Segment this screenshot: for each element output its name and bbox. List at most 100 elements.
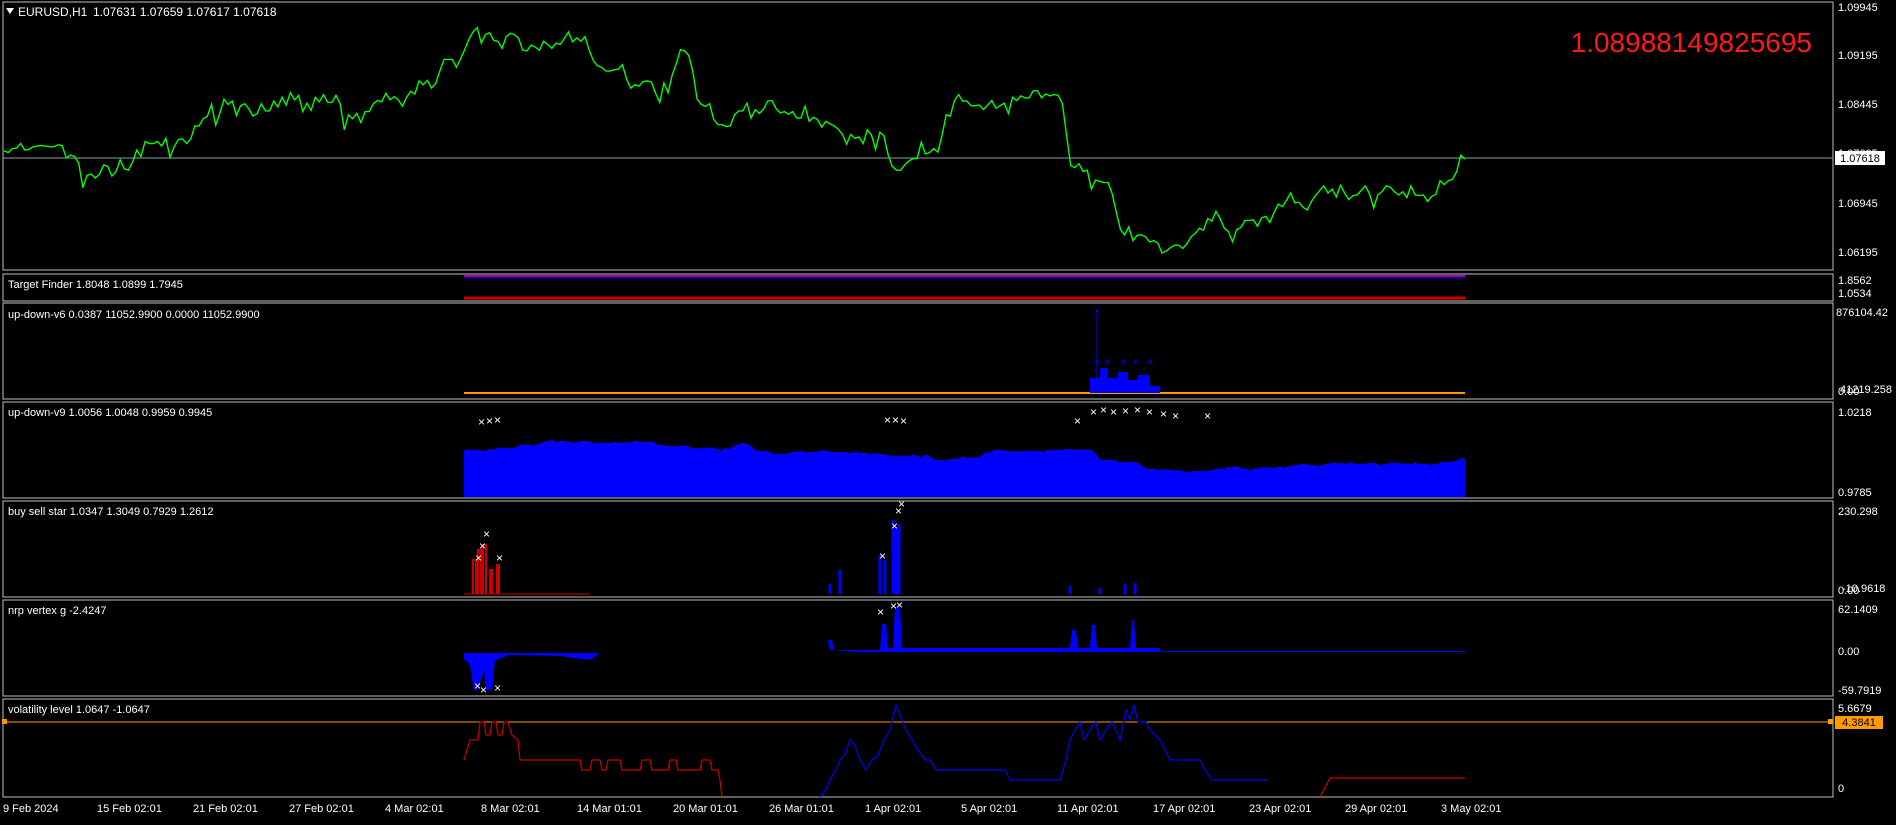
cross-marker: × bbox=[898, 497, 905, 511]
time-tick: 4 Mar 02:01 bbox=[385, 803, 444, 815]
time-tick: 15 Feb 02:01 bbox=[97, 803, 162, 815]
level-anchor-right[interactable] bbox=[1828, 719, 1833, 724]
price-tick: 1.09195 bbox=[1838, 50, 1878, 62]
cross-marker: × bbox=[483, 527, 490, 541]
pane-nrp-vertex-g[interactable]: nrp vertex g -2.4247 × × × × × × bbox=[2, 598, 1834, 697]
cross-marker: × bbox=[891, 519, 898, 533]
cross-marker: × bbox=[879, 549, 886, 563]
cross-marker: × bbox=[478, 415, 485, 429]
cross-marker: × bbox=[494, 413, 501, 427]
cross-marker: × bbox=[1103, 355, 1110, 369]
price-tick: 1.06195 bbox=[1838, 247, 1878, 259]
pane-up-down-v9[interactable]: up-down-v9 1.0056 1.0048 0.9959 0.9945 ×… bbox=[2, 401, 1834, 499]
scale-tick: 876104.42 bbox=[1836, 307, 1888, 319]
pane-label: volatility level 1.0647 -1.0647 bbox=[8, 704, 150, 716]
scale-tick: 0 bbox=[1838, 783, 1844, 795]
cross-marker: × bbox=[1093, 355, 1100, 369]
cross-marker: × bbox=[1160, 407, 1167, 421]
pane-label: Target Finder 1.8048 1.0899 1.7945 bbox=[8, 279, 183, 291]
scale-tick: 1.0218 bbox=[1838, 407, 1872, 419]
chart-svg[interactable]: EURUSD,H1 1.07631 1.07659 1.07617 1.0761… bbox=[0, 0, 1896, 820]
pane-label: buy sell star 1.0347 1.3049 0.7929 1.261… bbox=[8, 506, 214, 518]
price-line bbox=[3, 26, 1466, 254]
time-tick: 23 Apr 02:01 bbox=[1249, 803, 1311, 815]
main-price-pane[interactable]: EURUSD,H1 1.07631 1.07659 1.07617 1.0761… bbox=[2, 1, 1834, 271]
scale-tick: -10.9618 bbox=[1842, 583, 1885, 595]
cross-marker: × bbox=[1100, 403, 1107, 417]
volatility-red-line-2 bbox=[1319, 777, 1465, 798]
pane-label: up-down-v9 1.0056 1.0048 0.9959 0.9945 bbox=[8, 407, 212, 419]
scale-tick: 0.00 bbox=[1838, 646, 1859, 658]
big-value-readout: 1.08988149825695 bbox=[1571, 27, 1812, 58]
time-axis[interactable]: 9 Feb 2024 15 Feb 02:01 21 Feb 02:01 27 … bbox=[3, 803, 1502, 815]
level-anchor-left[interactable] bbox=[2, 719, 7, 724]
price-tick: 1.09945 bbox=[1838, 2, 1878, 14]
pane-frame bbox=[2, 698, 1834, 798]
cross-marker: × bbox=[1146, 405, 1153, 419]
time-tick: 1 Apr 02:01 bbox=[865, 803, 921, 815]
scale-tick: 0.9785 bbox=[1838, 487, 1872, 499]
pane-frame bbox=[2, 302, 1834, 400]
cross-marker: × bbox=[1146, 355, 1153, 369]
pane-target-finder[interactable]: Target Finder 1.8048 1.0899 1.7945 bbox=[2, 273, 1834, 302]
symbol-dropdown-icon[interactable] bbox=[6, 8, 14, 14]
cross-marker: × bbox=[1172, 409, 1179, 423]
main-pane-frame bbox=[2, 1, 1834, 271]
terminal-chart-window[interactable]: EURUSD,H1 1.07631 1.07659 1.07617 1.0761… bbox=[0, 0, 1896, 820]
up-down-v6-histogram bbox=[1090, 368, 1160, 393]
scale-tick: 230.298 bbox=[1838, 506, 1878, 518]
pane-volatility-level[interactable]: volatility level 1.0647 -1.0647 4.3841 bbox=[2, 698, 1883, 798]
cross-marker: × bbox=[494, 681, 501, 695]
time-tick: 3 May 02:01 bbox=[1441, 803, 1502, 815]
price-scale[interactable]: 1.09945 1.09195 1.08445 1.07695 1.06945 … bbox=[1835, 2, 1892, 795]
price-tick: 1.08445 bbox=[1838, 99, 1878, 111]
cross-marker: × bbox=[896, 598, 903, 612]
cross-marker: × bbox=[480, 683, 487, 697]
pane-buy-sell-star[interactable]: buy sell star 1.0347 1.3049 0.7929 1.261… bbox=[2, 497, 1834, 598]
cross-marker: × bbox=[892, 413, 899, 427]
time-tick: 5 Apr 02:01 bbox=[961, 803, 1017, 815]
time-tick: 21 Feb 02:01 bbox=[193, 803, 258, 815]
time-tick: 14 Mar 01:01 bbox=[577, 803, 642, 815]
cross-marker: × bbox=[1094, 306, 1100, 317]
scale-tick: -59.7919 bbox=[1838, 685, 1881, 697]
scale-tick: 62.1409 bbox=[1838, 604, 1878, 616]
cross-marker: × bbox=[1134, 403, 1141, 417]
cross-marker: × bbox=[479, 539, 486, 553]
time-tick: 8 Mar 02:01 bbox=[481, 803, 540, 815]
time-tick: 27 Feb 02:01 bbox=[289, 803, 354, 815]
current-price-text: 1.07618 bbox=[1840, 153, 1880, 165]
cross-marker: × bbox=[1119, 355, 1126, 369]
cross-marker: × bbox=[884, 413, 891, 427]
cross-marker: × bbox=[1122, 404, 1129, 418]
up-down-v9-markers: × × × × × × ×× × × × × × × × × bbox=[478, 403, 1211, 429]
time-tick: 29 Apr 02:01 bbox=[1345, 803, 1407, 815]
scale-tick: 1.0534 bbox=[1838, 288, 1872, 300]
time-tick: 26 Mar 01:01 bbox=[769, 803, 834, 815]
level-badge-text: 4.3841 bbox=[1842, 717, 1876, 729]
cross-marker: × bbox=[1110, 405, 1117, 419]
cross-marker: × bbox=[496, 551, 503, 565]
scale-tick: 1.8562 bbox=[1838, 275, 1872, 287]
scale-tick: 41219.258 bbox=[1840, 384, 1892, 396]
volatility-red-line bbox=[463, 721, 723, 798]
cross-marker: × bbox=[486, 414, 493, 428]
pane-label: nrp vertex g -2.4247 bbox=[8, 605, 106, 617]
volatility-blue-line bbox=[819, 703, 1268, 798]
time-tick: 9 Feb 2024 bbox=[3, 803, 59, 815]
ohlc-readout: 1.07631 1.07659 1.07617 1.07618 bbox=[93, 5, 277, 19]
time-tick: 20 Mar 01:01 bbox=[673, 803, 738, 815]
cross-marker: × bbox=[1090, 405, 1097, 419]
up-down-v9-area bbox=[464, 440, 1465, 497]
cross-marker: × bbox=[1074, 414, 1081, 428]
nrp-vertex-positive bbox=[464, 607, 1465, 652]
cross-marker: × bbox=[1204, 409, 1211, 423]
time-tick: 11 Apr 02:01 bbox=[1057, 803, 1119, 815]
pane-label: up-down-v6 0.0387 11052.9900 0.0000 1105… bbox=[8, 309, 260, 321]
cross-marker: × bbox=[1131, 355, 1138, 369]
pane-up-down-v6[interactable]: up-down-v6 0.0387 11052.9900 0.0000 1105… bbox=[2, 302, 1834, 400]
price-tick: 1.06945 bbox=[1838, 198, 1878, 210]
symbol-timeframe: EURUSD,H1 bbox=[18, 5, 88, 19]
cross-marker: × bbox=[900, 414, 907, 428]
buy-sell-star-blue-bars bbox=[828, 520, 1137, 594]
